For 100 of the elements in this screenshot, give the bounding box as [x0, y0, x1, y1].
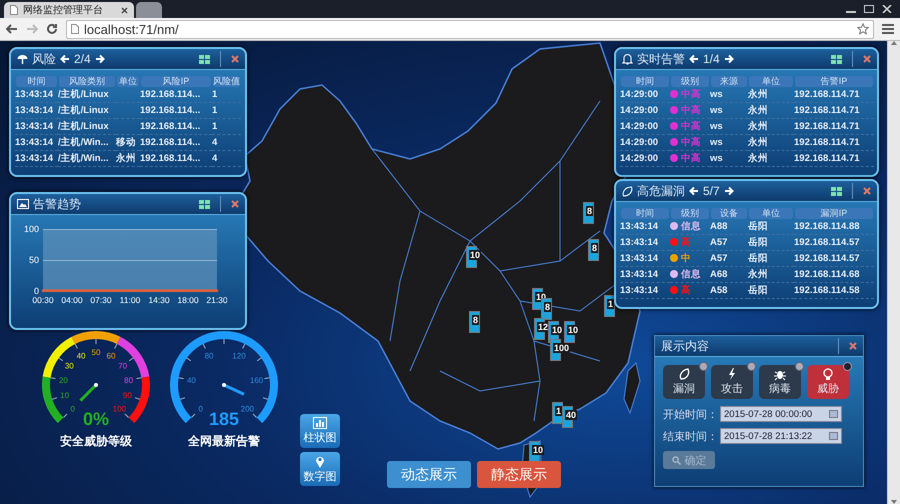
table-cell: 高	[670, 283, 710, 299]
down-arrow-icon[interactable]	[891, 500, 897, 504]
table-cell: 14:29:00	[620, 119, 670, 135]
grid-icon[interactable]	[831, 54, 842, 64]
back-icon[interactable]	[6, 24, 18, 34]
table-cell: 13:43:14	[620, 235, 670, 251]
browser-tab[interactable]: 网络监控管理平台	[4, 2, 134, 18]
table-cell: 岳阳	[748, 235, 794, 251]
table-cell: 永州	[748, 267, 794, 283]
gauge-tick-label: 50	[92, 348, 100, 357]
right-arrow-icon[interactable]	[724, 186, 734, 196]
scrollbar[interactable]	[887, 41, 900, 504]
page-indicator: 5/7	[703, 184, 720, 198]
table-cell: 永州	[748, 151, 794, 167]
column-header: 时间	[621, 208, 669, 219]
up-arrow-icon[interactable]	[891, 41, 897, 45]
filter-toggle[interactable]: 攻击	[711, 365, 753, 399]
gauge-tick-label: 0	[70, 404, 75, 414]
picture-icon	[17, 199, 29, 209]
gauge-reading: 185	[208, 409, 240, 429]
star-icon[interactable]	[857, 23, 869, 35]
grid-icon[interactable]	[199, 54, 210, 64]
leaf-icon	[622, 186, 633, 196]
table-cell: /主机/Linux	[58, 119, 116, 135]
left-arrow-icon[interactable]	[689, 54, 699, 64]
marker-value: 12	[537, 322, 550, 332]
table-cell: 中高	[670, 119, 710, 135]
table-cell: 永州	[748, 87, 794, 103]
date-field[interactable]: 2015-07-28 00:00:00	[720, 406, 842, 422]
date-field[interactable]: 2015-07-28 21:13:22	[720, 428, 842, 444]
column-header: 风险IP	[141, 76, 211, 87]
bar-chart-icon	[313, 417, 327, 429]
address-bar[interactable]: localhost:71/nm/	[66, 20, 874, 38]
grid-icon[interactable]	[831, 186, 842, 196]
mode-button[interactable]: 静态展示	[477, 461, 561, 488]
table-cell: A68	[710, 267, 748, 283]
table-cell: 13:43:14	[15, 135, 58, 151]
panel-title: 告警趋势	[33, 196, 81, 212]
table-cell: ws	[710, 87, 748, 103]
x-tick-label: 14:30	[148, 295, 170, 305]
column-header: 时间	[16, 76, 57, 87]
table-cell: 永州	[748, 119, 794, 135]
pin-icon	[315, 454, 325, 468]
table-cell: /主机/Linux	[58, 87, 116, 103]
gauge-needle	[222, 383, 245, 396]
table-cell: 13:43:14	[620, 283, 670, 299]
table-cell: 192.168.114.68	[794, 267, 874, 283]
y-tick-label: 100	[24, 224, 39, 234]
table-cell: /主机/Win...	[58, 135, 116, 151]
maximize-icon[interactable]	[864, 5, 874, 13]
filter-toggle[interactable]: 病毒	[759, 365, 801, 399]
table-cell: 中高	[670, 135, 710, 151]
table-cell: 岳阳	[748, 251, 794, 267]
table-cell: 192.168.114.58	[794, 283, 874, 299]
calendar-icon	[829, 432, 838, 440]
gauge-tick-label: 0	[198, 404, 203, 414]
filter-toggle[interactable]: 漏洞	[663, 365, 705, 399]
gauge-needle	[79, 383, 98, 402]
table-cell: 4	[212, 135, 241, 151]
table-cell: 4	[212, 151, 241, 167]
browser-tab[interactable]	[136, 2, 162, 18]
left-arrow-icon[interactable]	[689, 186, 699, 196]
left-arrow-icon[interactable]	[60, 54, 70, 64]
table-cell: 岳阳	[748, 219, 794, 235]
marker-value: 100	[553, 343, 570, 353]
table-cell: 移动	[116, 135, 140, 151]
menu-icon[interactable]	[882, 24, 894, 34]
table-cell: A88	[710, 219, 748, 235]
table-cell: 永州	[116, 151, 140, 167]
panel-title: 风险	[32, 50, 56, 68]
table-cell: 1	[212, 87, 241, 103]
table-cell: 192.168.114.71	[794, 119, 874, 135]
table-cell: 1	[212, 119, 241, 135]
table-cell: 14:29:00	[620, 103, 670, 119]
marker-value: 1	[555, 406, 562, 416]
table-cell: A57	[710, 251, 748, 267]
table-cell: 192.168.114...	[140, 151, 212, 167]
marker-value: 10	[551, 325, 564, 335]
marker-value: 10	[469, 250, 482, 260]
page-icon	[10, 5, 18, 15]
right-arrow-icon[interactable]	[724, 54, 734, 64]
close-icon[interactable]	[121, 6, 128, 14]
gauge-tick-label: 40	[186, 376, 196, 385]
field-label: 结束时间：	[663, 430, 718, 444]
table-cell: 14:29:00	[620, 87, 670, 103]
page-icon	[71, 24, 79, 34]
filter-toggle[interactable]: 威胁	[807, 365, 849, 399]
gauge-label: 全网最新告警	[188, 433, 260, 450]
right-arrow-icon[interactable]	[94, 54, 105, 64]
marker-value: 40	[565, 410, 578, 420]
column-header: 单位	[749, 76, 793, 87]
grid-icon[interactable]	[199, 200, 210, 208]
reload-icon[interactable]	[46, 23, 58, 35]
gauge-label: 安全威胁等级	[60, 433, 132, 450]
map-view-button[interactable]: 数字图	[300, 452, 340, 486]
chart-view-button[interactable]: 柱状图	[300, 414, 340, 448]
table-cell: 永州	[748, 103, 794, 119]
gauge-tick-label: 40	[76, 352, 86, 361]
table-cell: 192.168.114.71	[794, 103, 874, 119]
lightning-icon	[726, 368, 738, 381]
